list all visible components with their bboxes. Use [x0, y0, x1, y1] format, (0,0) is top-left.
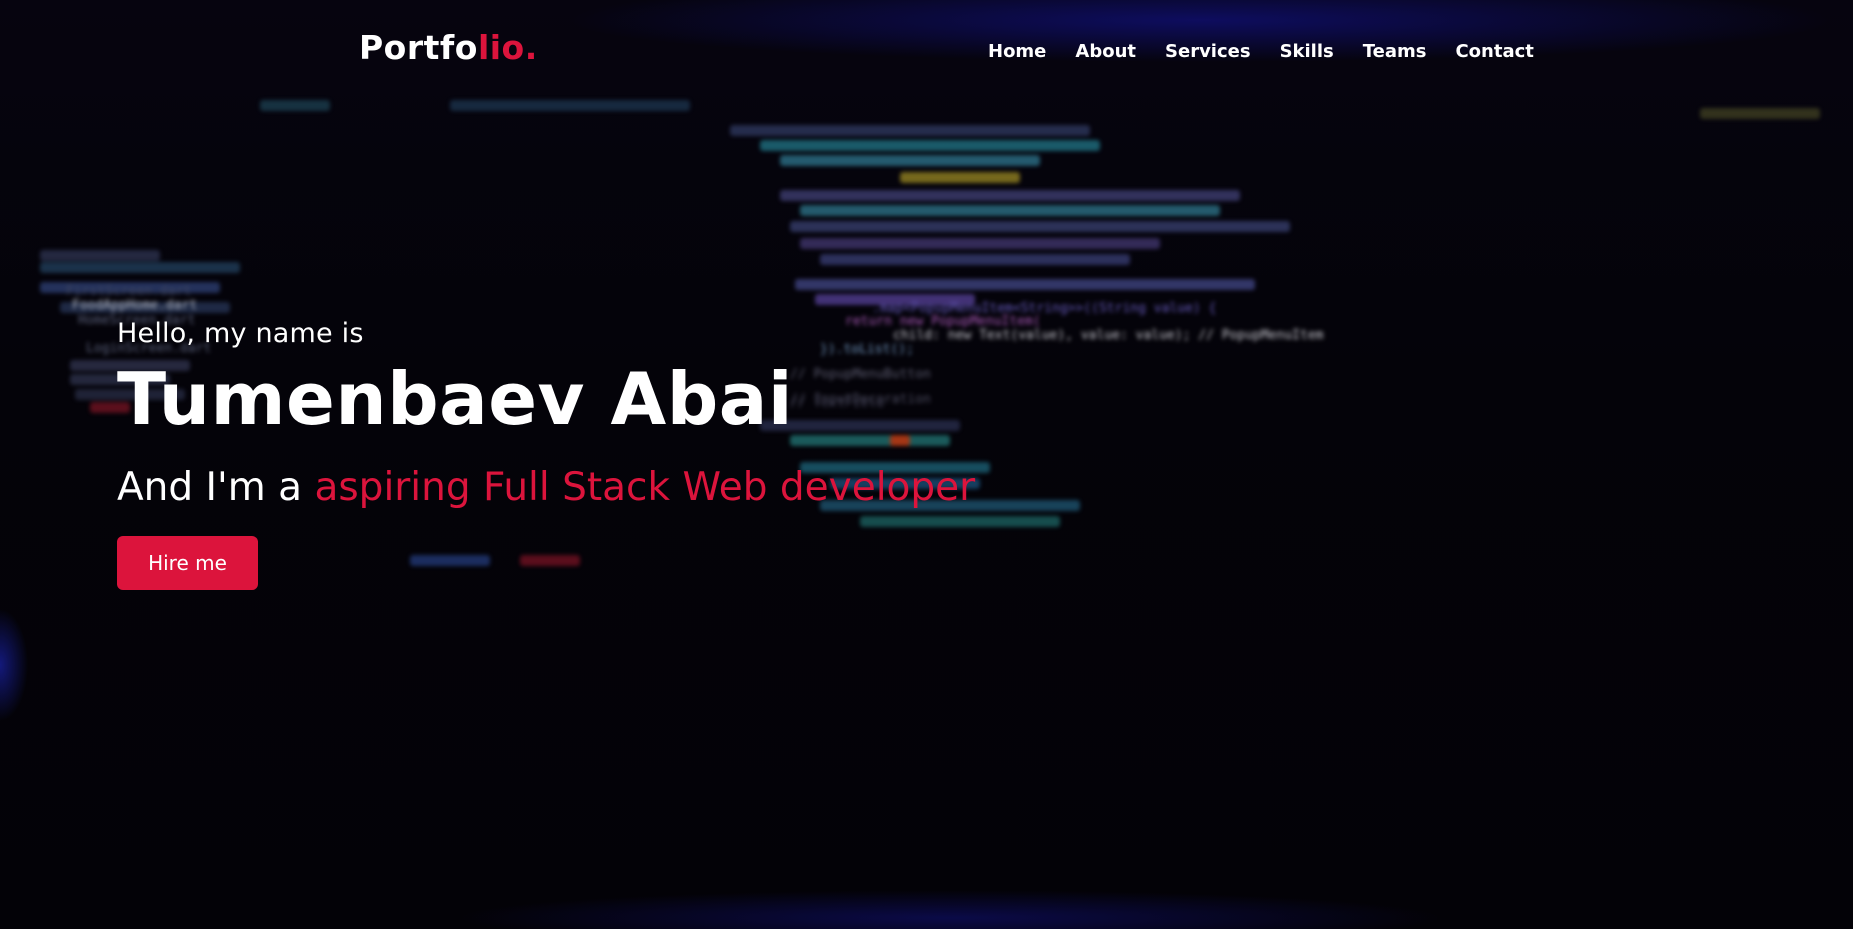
background-code-line: .map<PopupMenuItem<String>>((String valu… [872, 301, 1217, 316]
hero-section: FoodAppHome.dart HomeScreen.dart LoginSc… [0, 0, 1853, 929]
background-code-line: FirstScreen.dart [66, 284, 192, 299]
hire-me-button[interactable]: Hire me [117, 536, 258, 590]
hero-role: And I'm a aspiring Full Stack Web develo… [117, 465, 975, 510]
nav-item-about[interactable]: About [1075, 41, 1136, 62]
hero-role-highlight: aspiring Full Stack Web developer [314, 465, 976, 510]
hero-role-prefix: And I'm a [117, 465, 315, 510]
nav-item-services[interactable]: Services [1165, 41, 1251, 62]
logo[interactable]: Portfolio. [359, 28, 538, 67]
nav-item-teams[interactable]: Teams [1363, 41, 1427, 62]
logo-accent-text: lio. [477, 28, 538, 67]
nav-item-contact[interactable]: Contact [1455, 41, 1533, 62]
nav-item-home[interactable]: Home [988, 41, 1046, 62]
background-code-line: FoodAppHome.dart [72, 298, 198, 313]
hero-greeting: Hello, my name is [117, 318, 364, 349]
nav-menu: Home About Services Skills Teams Contact [988, 41, 1563, 62]
hero-content: Hello, my name is Tumenbaev Abai And I'm… [117, 318, 975, 590]
logo-text: Portfo [359, 28, 478, 67]
nav-item-skills[interactable]: Skills [1280, 41, 1334, 62]
hero-name: Tumenbaev Abai [117, 357, 794, 441]
navbar: Portfolio. Home About Services Skills Te… [0, 0, 1853, 106]
